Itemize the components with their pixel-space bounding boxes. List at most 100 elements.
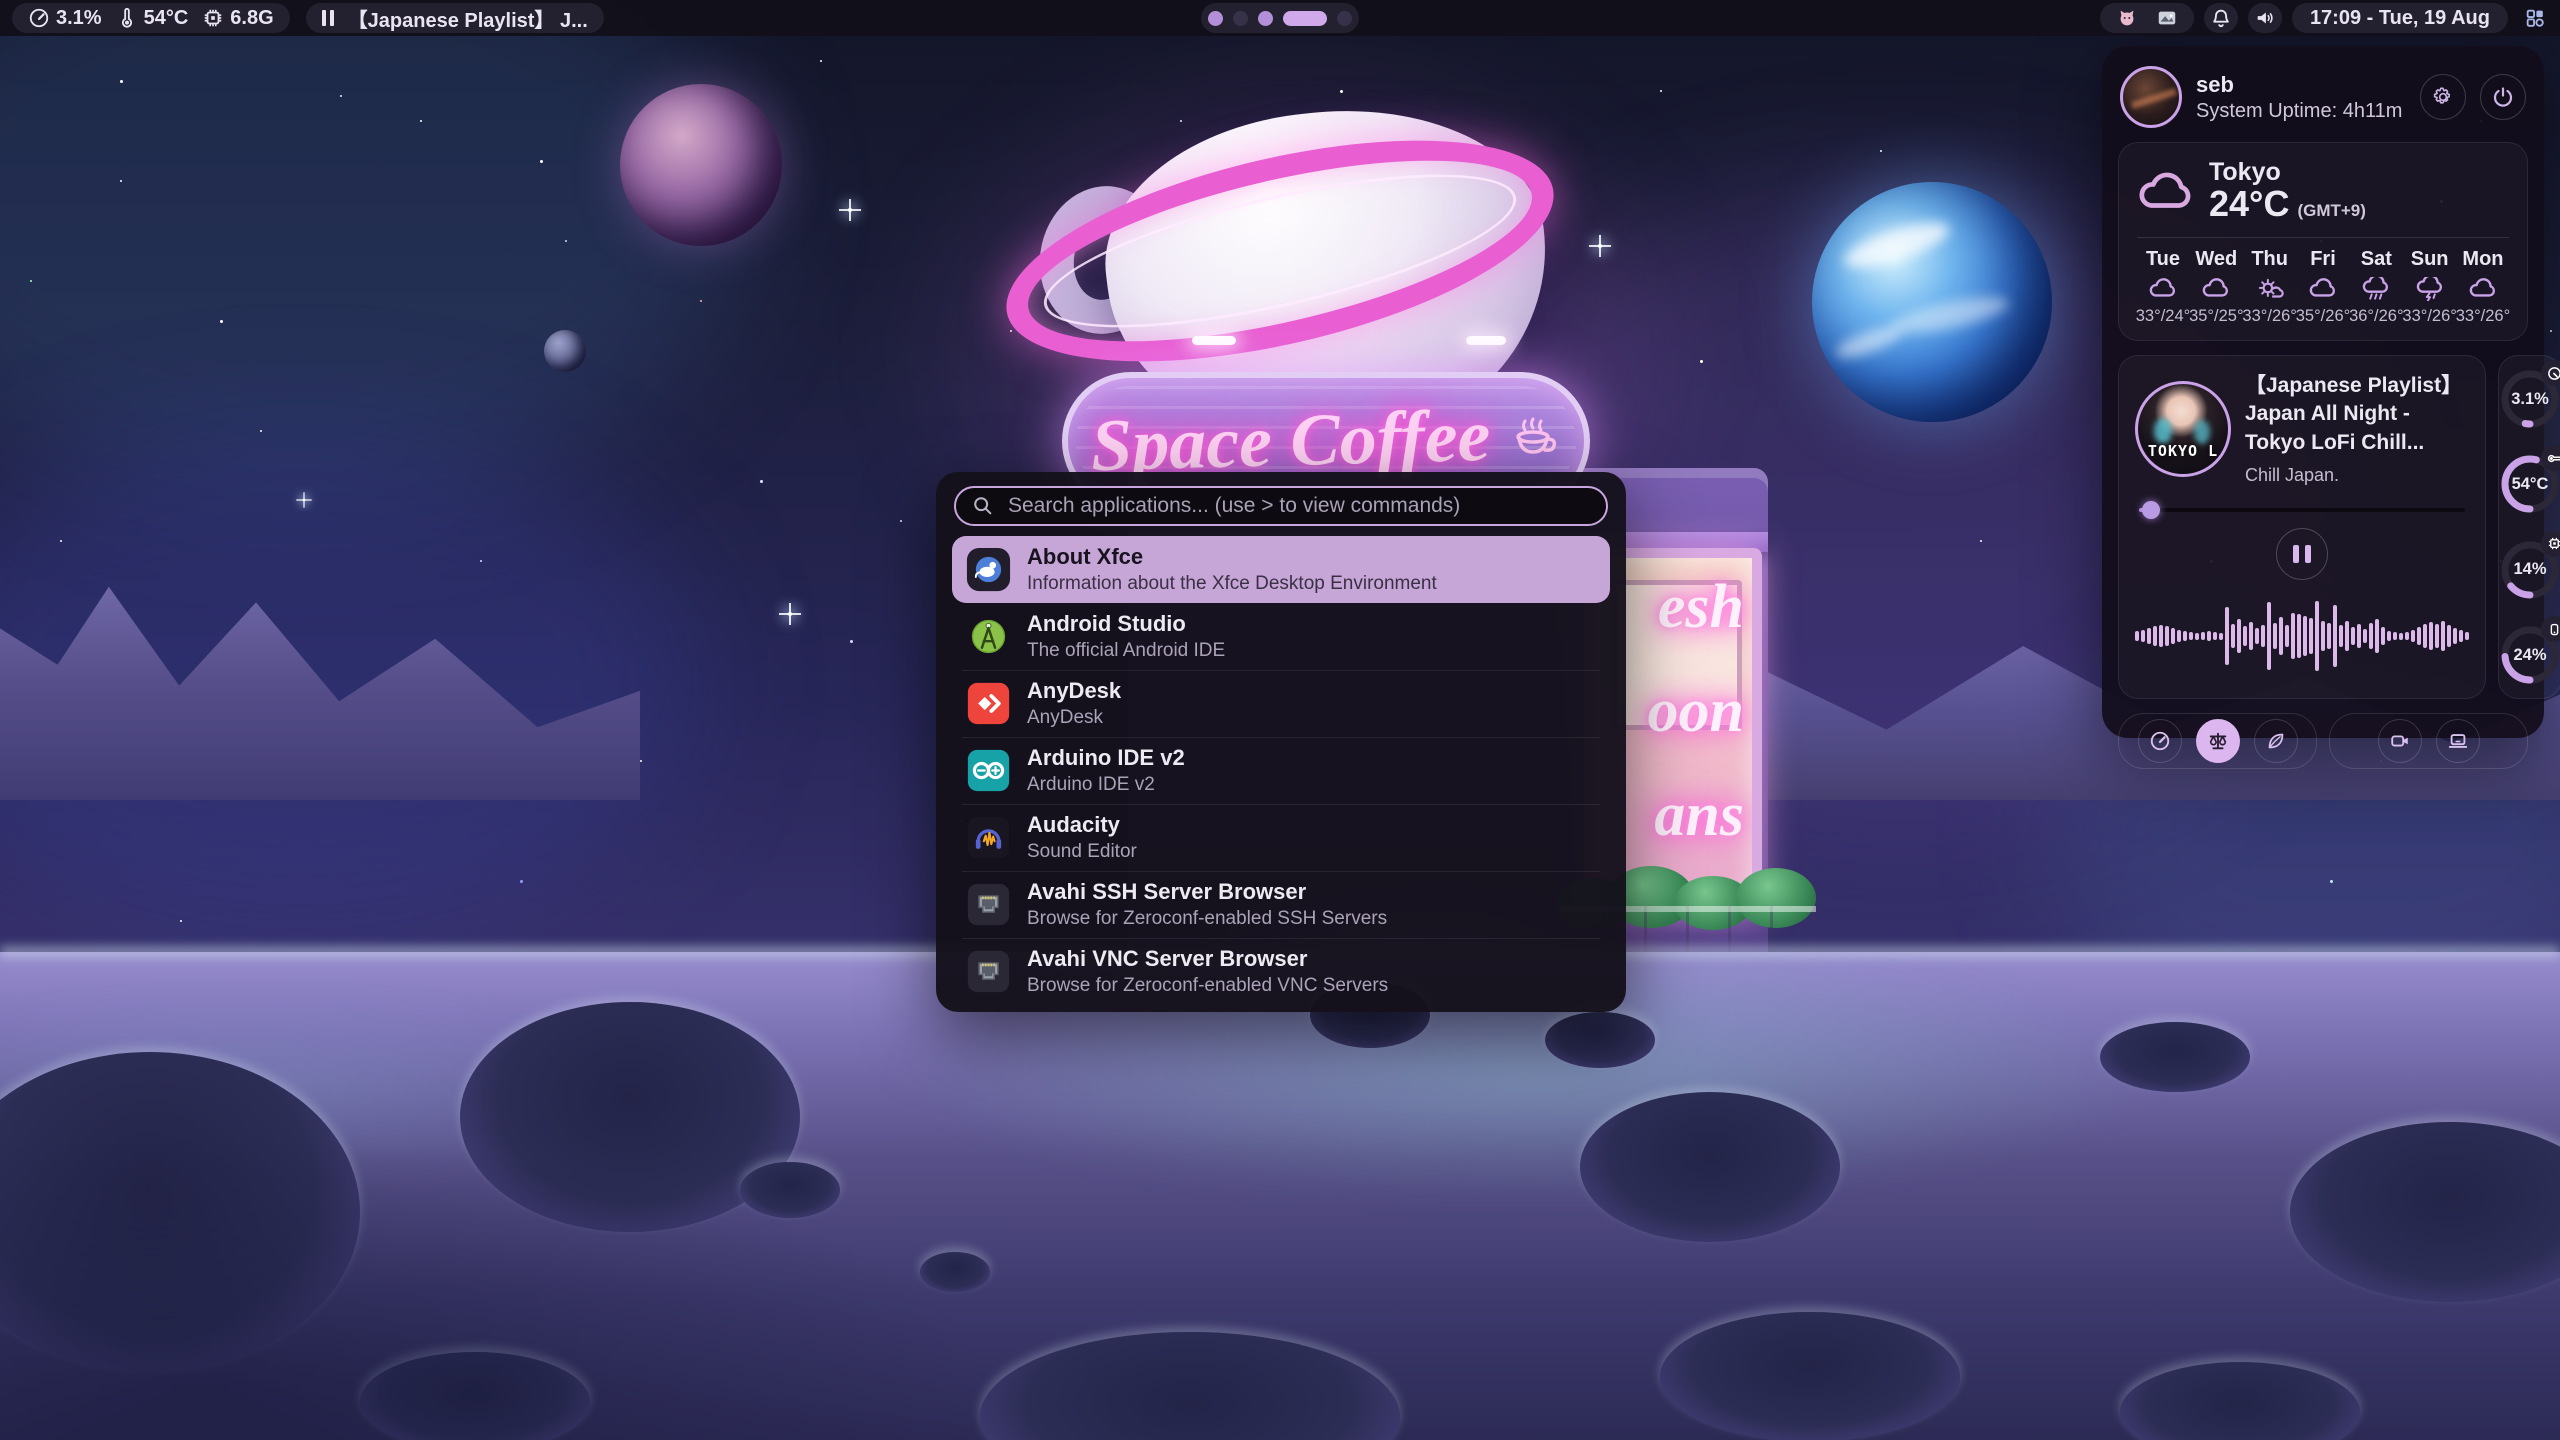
- cloud-icon: [2308, 277, 2338, 301]
- user-card: seb System Uptime: 4h11m: [2118, 62, 2528, 142]
- rain-icon: [2361, 277, 2391, 301]
- app-desc: Sound Editor: [1027, 841, 1137, 863]
- window-neon-text: oon: [1648, 676, 1744, 747]
- workspace-dot[interactable]: [1233, 11, 1248, 26]
- forecast-day: Sun 33°/26°: [2404, 248, 2456, 326]
- play-pause-button[interactable]: [2276, 528, 2328, 580]
- speaker-icon: [2254, 7, 2276, 29]
- workspace-dot[interactable]: [1337, 11, 1352, 26]
- app-desc: Information about the Xfce Desktop Envir…: [1027, 573, 1437, 595]
- tray-pill: [2100, 3, 2194, 33]
- track-title: 【Japanese Playlist】 Japan All Night - To…: [2245, 372, 2469, 457]
- cat-icon[interactable]: [2116, 7, 2138, 29]
- app-grid-button[interactable]: [2518, 3, 2552, 33]
- workspace-indicator[interactable]: [1201, 3, 1359, 33]
- partly-sunny-icon: [2255, 277, 2285, 301]
- app-row-about-xfce[interactable]: About Xfce Information about the Xfce De…: [952, 536, 1610, 603]
- app-desc: Browse for Zeroconf-enabled VNC Servers: [1027, 975, 1388, 997]
- bright-star: [788, 612, 792, 616]
- app-name: Avahi SSH Server Browser: [1027, 879, 1387, 905]
- disk-gauge: 24%: [2499, 624, 2560, 686]
- settings-button[interactable]: [2420, 74, 2466, 120]
- forecast-day: Thu 33°/26°: [2244, 248, 2296, 326]
- arduino-icon: [966, 748, 1011, 793]
- anydesk-icon: [966, 681, 1011, 726]
- notifications-button[interactable]: [2204, 3, 2238, 33]
- search-icon: [972, 495, 994, 517]
- audio-waveform: [2135, 590, 2469, 682]
- pause-icon: [2293, 545, 2299, 563]
- workspace-dot[interactable]: [1283, 11, 1327, 26]
- android-studio-icon: [966, 614, 1011, 659]
- powersave-mode-button[interactable]: [2254, 719, 2298, 763]
- purple-planet: [620, 84, 782, 246]
- grid-icon: [2524, 7, 2546, 29]
- cloud-icon: [2468, 277, 2498, 301]
- app-desc: AnyDesk: [1027, 707, 1121, 729]
- memory-gauge: 14%: [2499, 539, 2560, 601]
- performance-mode-button[interactable]: [2138, 719, 2182, 763]
- app-row-anydesk[interactable]: AnyDesk AnyDesk: [952, 670, 1610, 737]
- weather-city: Tokyo: [2209, 159, 2366, 185]
- workspace-dot[interactable]: [1208, 11, 1223, 26]
- storm-icon: [2415, 277, 2445, 301]
- forecast-row: Tue 33°/24° Wed 35°/25° Thu 33°/26° Fri: [2137, 248, 2509, 326]
- app-desc: Browse for Zeroconf-enabled SSH Servers: [1027, 908, 1387, 930]
- xfce-mouse-icon: [966, 547, 1011, 592]
- balanced-mode-button[interactable]: [2196, 719, 2240, 763]
- speedometer-icon: [28, 7, 50, 29]
- app-row-audacity[interactable]: Audacity Sound Editor: [952, 804, 1610, 871]
- now-playing-label: 【Japanese Playlist】 J...: [348, 4, 588, 33]
- user-name: seb: [2196, 72, 2406, 98]
- screen-record-button[interactable]: [2378, 719, 2422, 763]
- wallpaper-icon[interactable]: [2156, 7, 2178, 29]
- bright-star: [1598, 244, 1602, 248]
- forecast-day: Mon 33°/26°: [2457, 248, 2509, 326]
- small-moon: [544, 330, 586, 372]
- pause-icon: [322, 10, 334, 26]
- app-list: About Xfce Information about the Xfce De…: [948, 536, 1614, 1005]
- power-profile-group: [2118, 713, 2317, 769]
- now-playing-pill[interactable]: 【Japanese Playlist】 J...: [306, 3, 604, 33]
- volume-button[interactable]: [2248, 3, 2282, 33]
- album-art-text: TOKYO L: [2138, 442, 2228, 460]
- window-neon-text: esh: [1658, 572, 1744, 643]
- track-subtitle: Chill Japan.: [2245, 465, 2469, 486]
- weather-temp: 24°C: [2209, 185, 2289, 223]
- app-name: Avahi VNC Server Browser: [1027, 946, 1388, 972]
- forecast-day: Tue 33°/24°: [2137, 248, 2189, 326]
- scales-icon: [2207, 730, 2229, 752]
- desktop: esh oon ans Space Coffee: [0, 0, 2560, 1440]
- app-name: Audacity: [1027, 812, 1137, 838]
- media-player-card: TOKYO L 【Japanese Playlist】 Japan All Ni…: [2118, 355, 2486, 699]
- screenshot-button[interactable]: [2436, 719, 2480, 763]
- seek-bar[interactable]: [2139, 508, 2465, 512]
- cpu-stat: 3.1%: [28, 7, 102, 30]
- app-row-avahi-ssh[interactable]: Avahi SSH Server Browser Browse for Zero…: [952, 871, 1610, 938]
- video-camera-icon: [2389, 730, 2411, 752]
- cloud-icon: [2201, 277, 2231, 301]
- avatar[interactable]: [2120, 66, 2182, 128]
- workspace-dot[interactable]: [1258, 11, 1273, 26]
- search-input[interactable]: [954, 486, 1608, 526]
- system-gauges: 3.1% 54°C 14% 24%: [2498, 355, 2560, 699]
- disk-icon: [2541, 616, 2560, 642]
- system-stats: 3.1% 54°C 6.8G: [12, 3, 290, 33]
- cloud-icon: [2137, 168, 2195, 214]
- power-button[interactable]: [2480, 74, 2526, 120]
- network-port-icon: [966, 882, 1011, 927]
- temperature-gauge: 54°C: [2499, 453, 2560, 515]
- app-row-avahi-vnc[interactable]: Avahi VNC Server Browser Browse for Zero…: [952, 938, 1610, 1005]
- app-row-android-studio[interactable]: Android Studio The official Android IDE: [952, 603, 1610, 670]
- capture-group: [2329, 713, 2528, 769]
- window-neon-text: ans: [1654, 780, 1744, 851]
- chip-icon: [202, 7, 224, 29]
- app-row-arduino[interactable]: Arduino IDE v2 Arduino IDE v2: [952, 737, 1610, 804]
- laptop-icon: [2447, 730, 2469, 752]
- cpu-gauge: 3.1%: [2499, 368, 2560, 430]
- audacity-icon: [966, 815, 1011, 860]
- app-desc: The official Android IDE: [1027, 640, 1225, 662]
- clock[interactable]: 17:09 - Tue, 19 Aug: [2292, 3, 2508, 33]
- app-name: Arduino IDE v2: [1027, 745, 1185, 771]
- memory-stat: 6.8G: [202, 7, 273, 30]
